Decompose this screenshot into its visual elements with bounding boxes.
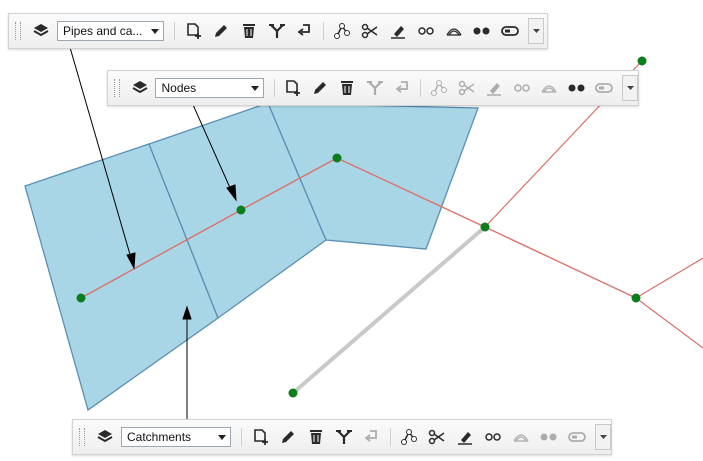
split-icon[interactable]	[363, 76, 387, 100]
edit-icon[interactable]	[276, 425, 300, 449]
chevron-down-icon[interactable]	[147, 22, 163, 40]
toolbar-separator	[420, 79, 422, 97]
toolbar-overflow-button[interactable]	[622, 75, 638, 101]
nodes-toolbar: Nodes	[107, 70, 639, 106]
nodes-icon[interactable]	[470, 19, 494, 43]
node[interactable]	[236, 205, 246, 215]
delete-icon[interactable]	[237, 19, 261, 43]
add-feature-icon[interactable]	[281, 76, 305, 100]
fillet-icon[interactable]	[538, 76, 562, 100]
edit-icon[interactable]	[209, 19, 233, 43]
delete-icon[interactable]	[336, 76, 360, 100]
fillet-icon[interactable]	[442, 19, 466, 43]
cut-icon[interactable]	[425, 425, 449, 449]
toolbar-overflow-button[interactable]	[528, 18, 544, 44]
layer-select-value: Catchments	[127, 430, 192, 444]
node[interactable]	[631, 293, 641, 303]
erase-icon[interactable]	[482, 76, 506, 100]
link-icon[interactable]	[510, 76, 534, 100]
pipes-toolbar: Pipes and ca...	[8, 13, 548, 49]
undo-icon[interactable]	[360, 425, 384, 449]
catchments-toolbar: Catchments	[72, 419, 612, 455]
layer-select-value: Nodes	[161, 81, 197, 95]
vertex-icon[interactable]	[427, 76, 451, 100]
layer-select[interactable]: Pipes and ca...	[57, 21, 164, 41]
cut-icon[interactable]	[455, 76, 479, 100]
layer-select[interactable]: Nodes	[155, 78, 264, 98]
undo-icon[interactable]	[391, 76, 415, 100]
toolbar-overflow-button[interactable]	[595, 424, 611, 450]
node[interactable]	[637, 56, 647, 66]
fillet-icon[interactable]	[509, 425, 533, 449]
split-icon[interactable]	[265, 19, 289, 43]
node[interactable]	[332, 153, 342, 163]
link-icon[interactable]	[414, 19, 438, 43]
pipe-east-lower[interactable]	[635, 297, 703, 349]
toolbar-grip[interactable]	[15, 22, 21, 40]
toggle-icon[interactable]	[498, 19, 522, 43]
chevron-down-icon[interactable]	[214, 428, 230, 446]
node[interactable]	[76, 293, 86, 303]
nodes-icon[interactable]	[537, 425, 561, 449]
delete-icon[interactable]	[304, 425, 328, 449]
catchments-layer	[24, 102, 479, 412]
toolbar-separator	[174, 22, 175, 40]
edit-icon[interactable]	[308, 76, 332, 100]
layers-icon[interactable]	[93, 425, 117, 449]
toolbar-separator	[323, 22, 324, 40]
layer-select[interactable]: Catchments	[121, 427, 231, 447]
toolbar-grip[interactable]	[79, 428, 85, 446]
cut-icon[interactable]	[358, 19, 382, 43]
pipe-highlight[interactable]	[291, 225, 487, 395]
toggle-icon[interactable]	[593, 76, 617, 100]
erase-icon[interactable]	[453, 425, 477, 449]
add-feature-icon[interactable]	[248, 425, 272, 449]
nodes-icon[interactable]	[565, 76, 589, 100]
add-feature-icon[interactable]	[181, 19, 205, 43]
undo-icon[interactable]	[293, 19, 317, 43]
erase-icon[interactable]	[386, 19, 410, 43]
toolbar-separator	[273, 79, 275, 97]
vertex-icon[interactable]	[330, 19, 354, 43]
link-icon[interactable]	[481, 425, 505, 449]
toolbar-separator	[241, 428, 242, 446]
toolbar-separator	[390, 428, 391, 446]
layer-select-value: Pipes and ca...	[63, 24, 143, 38]
node[interactable]	[288, 388, 298, 398]
node[interactable]	[480, 222, 490, 232]
toggle-icon[interactable]	[565, 425, 589, 449]
toolbar-grip[interactable]	[114, 79, 120, 97]
chevron-down-icon[interactable]	[247, 79, 263, 97]
vertex-icon[interactable]	[397, 425, 421, 449]
pipe-east-upper[interactable]	[635, 257, 703, 299]
layers-icon[interactable]	[29, 19, 53, 43]
split-icon[interactable]	[332, 425, 356, 449]
layers-icon[interactable]	[128, 76, 152, 100]
